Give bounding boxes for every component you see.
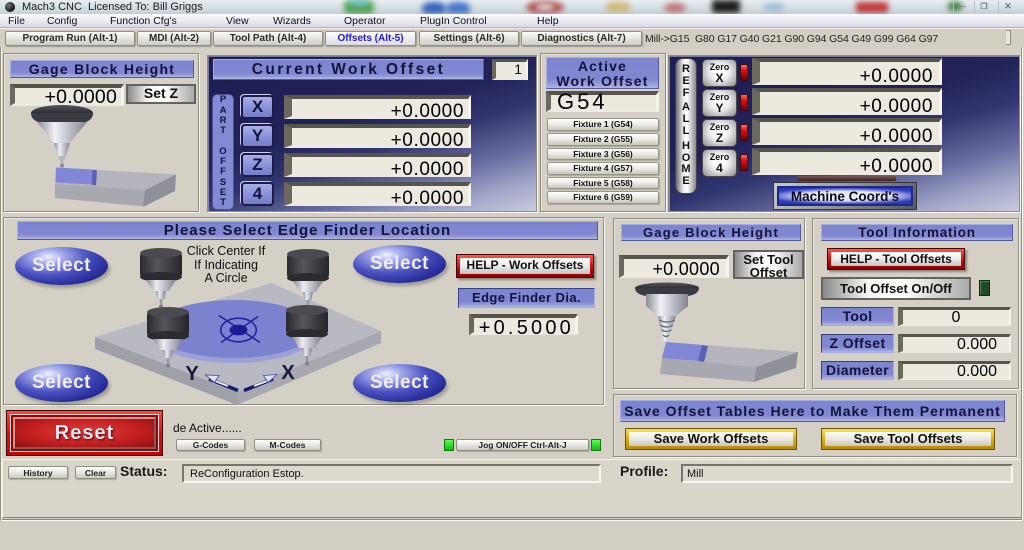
- svg-text:X: X: [281, 362, 295, 384]
- svg-text:Y: Y: [185, 363, 199, 385]
